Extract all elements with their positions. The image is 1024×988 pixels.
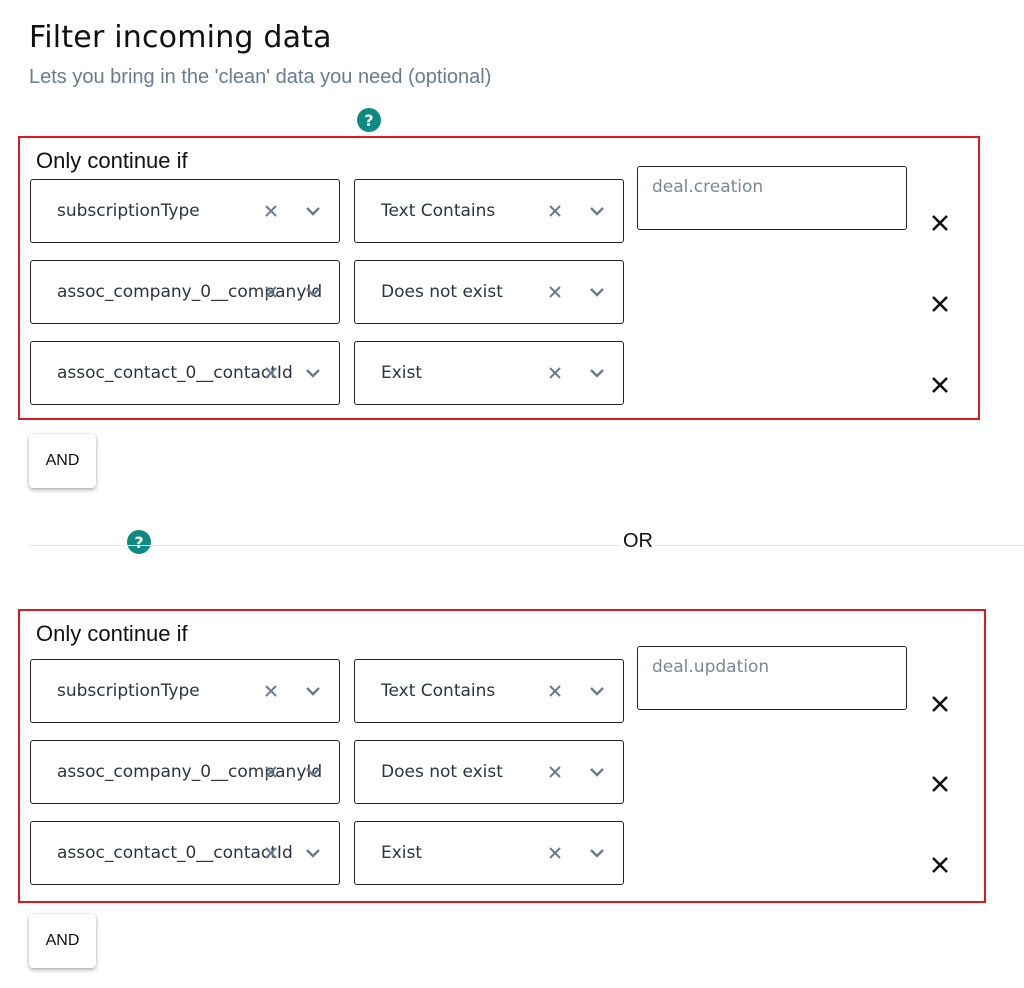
clear-icon[interactable]: [547, 365, 563, 381]
close-icon[interactable]: [930, 375, 950, 395]
operator-select[interactable]: Does not exist: [354, 260, 624, 324]
and-button[interactable]: AND: [29, 914, 96, 968]
close-icon[interactable]: [930, 213, 950, 233]
close-icon[interactable]: [930, 855, 950, 875]
field-select[interactable]: assoc_company_0__companyId: [30, 740, 340, 804]
operator-select[interactable]: Text Contains: [354, 659, 624, 723]
chevron-down-icon[interactable]: [305, 365, 321, 381]
group-label: Only continue if: [36, 148, 188, 173]
help-icon[interactable]: ?: [127, 530, 151, 554]
close-icon[interactable]: [930, 294, 950, 314]
field-select[interactable]: subscriptionType: [30, 659, 340, 723]
chevron-down-icon[interactable]: [589, 683, 605, 699]
chevron-down-icon[interactable]: [305, 683, 321, 699]
clear-icon[interactable]: [547, 764, 563, 780]
or-divider: [29, 545, 1024, 546]
and-button[interactable]: AND: [29, 434, 96, 488]
operator-select-value: Does not exist: [381, 762, 503, 782]
clear-icon[interactable]: [263, 845, 279, 861]
or-label: OR: [621, 530, 655, 553]
chevron-down-icon[interactable]: [589, 284, 605, 300]
chevron-down-icon[interactable]: [305, 764, 321, 780]
close-icon[interactable]: [930, 774, 950, 794]
field-select[interactable]: assoc_contact_0__contactId: [30, 821, 340, 885]
value-input[interactable]: [637, 646, 907, 710]
operator-select-value: Text Contains: [381, 681, 496, 701]
field-select[interactable]: assoc_contact_0__contactId: [30, 341, 340, 405]
operator-select-value: Does not exist: [381, 282, 503, 302]
operator-select[interactable]: Exist: [354, 821, 624, 885]
chevron-down-icon[interactable]: [305, 203, 321, 219]
filter-group-1: Only continue if subscriptionType Text C…: [18, 136, 980, 420]
operator-select-value: Text Contains: [381, 201, 496, 221]
help-icon[interactable]: ?: [357, 108, 381, 132]
clear-icon[interactable]: [263, 284, 279, 300]
value-input[interactable]: [637, 166, 907, 230]
chevron-down-icon[interactable]: [305, 845, 321, 861]
clear-icon[interactable]: [547, 284, 563, 300]
clear-icon[interactable]: [263, 365, 279, 381]
clear-icon[interactable]: [263, 203, 279, 219]
field-select-value: subscriptionType: [57, 681, 200, 701]
operator-select-value: Exist: [381, 843, 423, 863]
chevron-down-icon[interactable]: [305, 284, 321, 300]
clear-icon[interactable]: [547, 683, 563, 699]
field-select-value: subscriptionType: [57, 201, 200, 221]
operator-select-value: Exist: [381, 363, 423, 383]
field-select-value: assoc_contact_0__contactId: [57, 363, 293, 383]
field-select-value: assoc_contact_0__contactId: [57, 843, 293, 863]
operator-select[interactable]: Text Contains: [354, 179, 624, 243]
page-subtitle: Lets you bring in the 'clean' data you n…: [29, 66, 492, 88]
page-title: Filter incoming data: [29, 20, 332, 55]
chevron-down-icon[interactable]: [589, 845, 605, 861]
close-icon[interactable]: [930, 694, 950, 714]
group-label: Only continue if: [36, 621, 188, 646]
chevron-down-icon[interactable]: [589, 764, 605, 780]
filter-group-2: Only continue if subscriptionType Text C…: [18, 609, 986, 903]
clear-icon[interactable]: [547, 845, 563, 861]
field-select-value: assoc_company_0__companyId: [57, 762, 323, 782]
chevron-down-icon[interactable]: [589, 365, 605, 381]
clear-icon[interactable]: [547, 203, 563, 219]
chevron-down-icon[interactable]: [589, 203, 605, 219]
field-select[interactable]: assoc_company_0__companyId: [30, 260, 340, 324]
clear-icon[interactable]: [263, 683, 279, 699]
field-select-value: assoc_company_0__companyId: [57, 282, 323, 302]
operator-select[interactable]: Exist: [354, 341, 624, 405]
operator-select[interactable]: Does not exist: [354, 740, 624, 804]
field-select[interactable]: subscriptionType: [30, 179, 340, 243]
clear-icon[interactable]: [263, 764, 279, 780]
